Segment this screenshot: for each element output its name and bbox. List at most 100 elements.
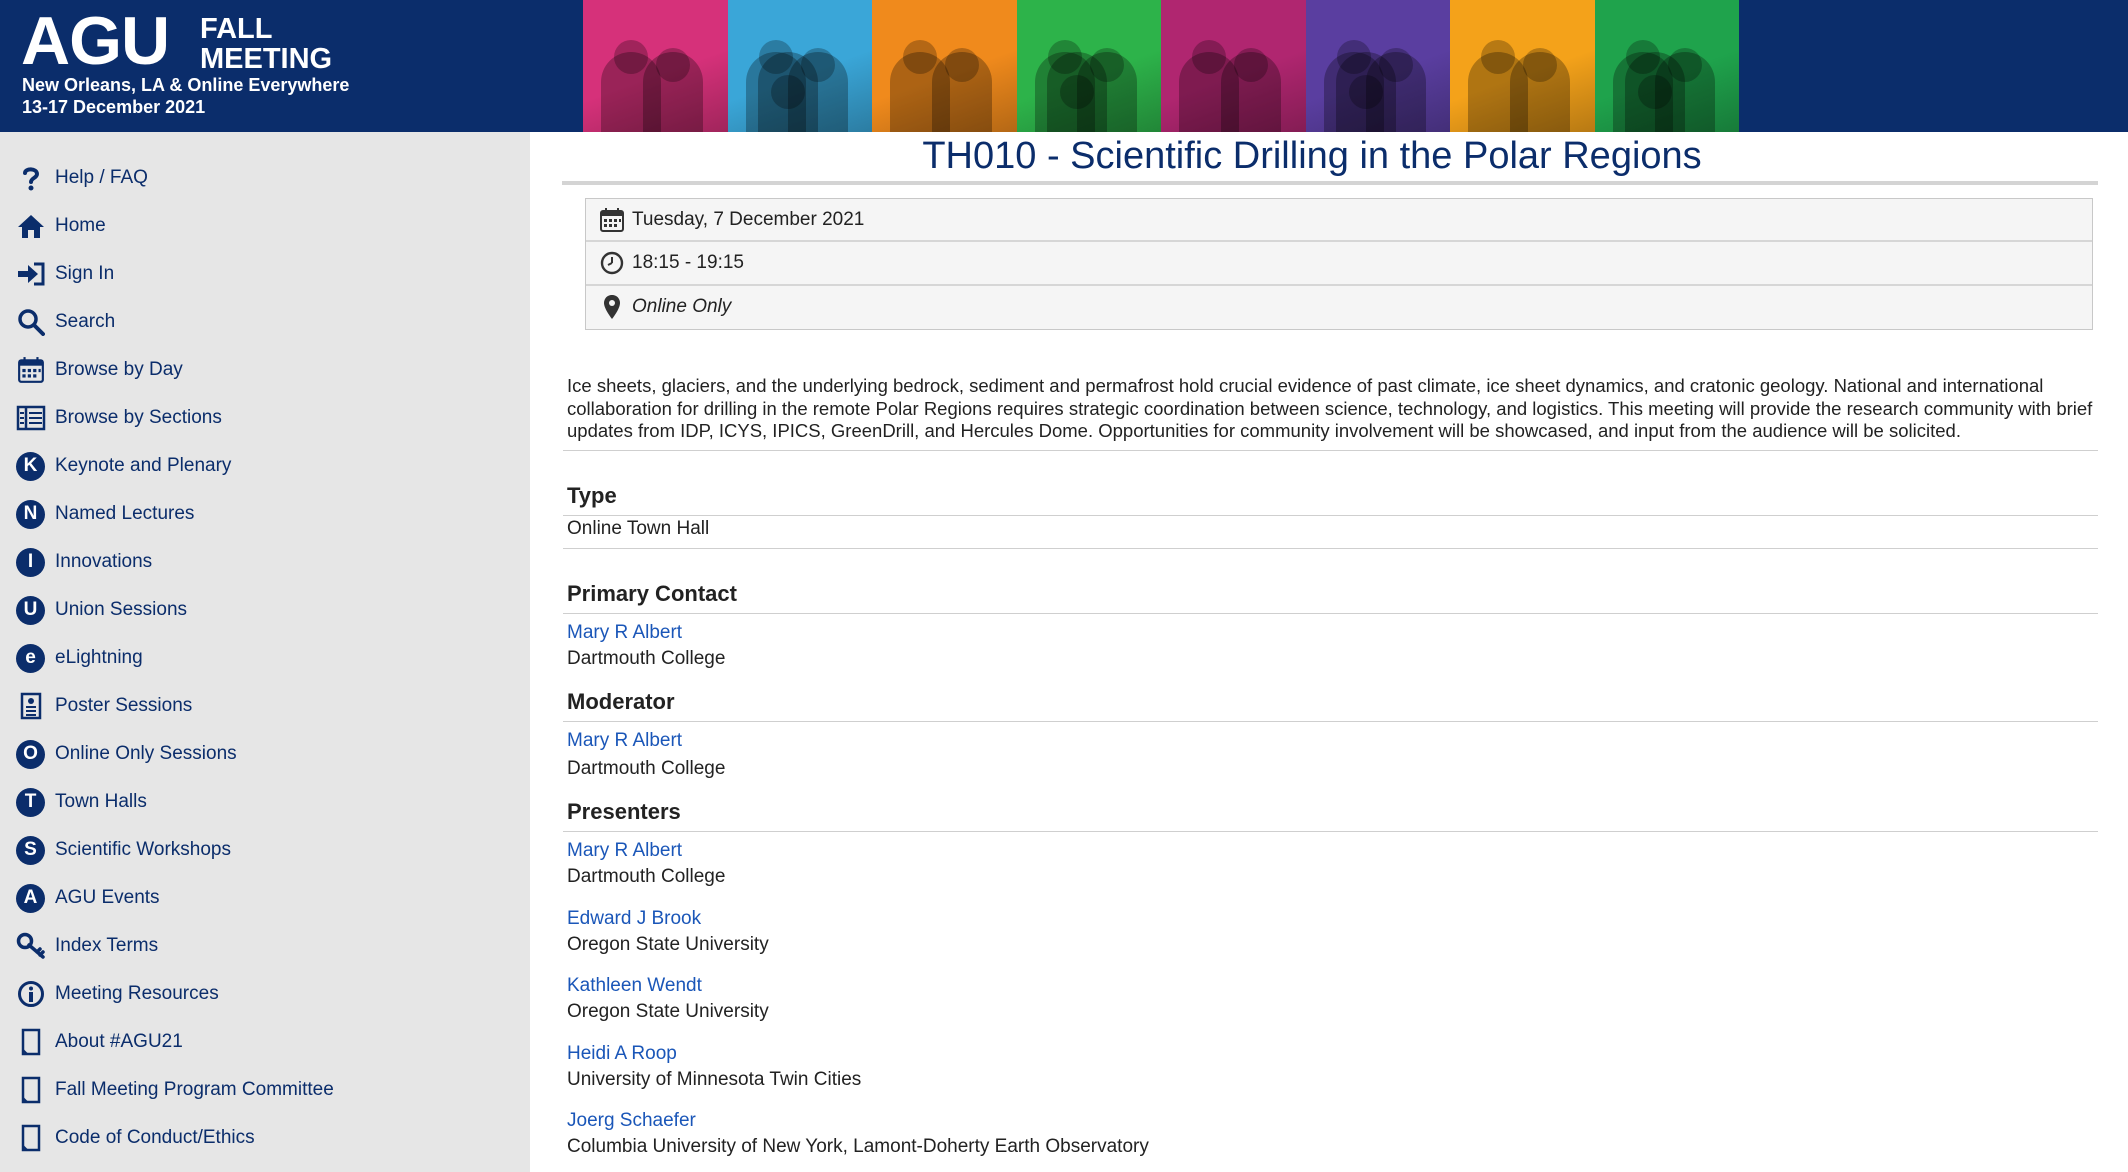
banner-photo-tile [1161, 0, 1306, 132]
sidebar-item-about-agu21[interactable]: About #AGU21 [15, 1022, 183, 1062]
letter-badge: K [16, 451, 45, 481]
page-icon [15, 1123, 46, 1154]
sidebar-item-sign-in[interactable]: Sign In [15, 254, 114, 294]
event-dates: 13-17 December 2021 [22, 97, 206, 117]
type-heading: Type [567, 483, 617, 508]
letter-k-icon: K [15, 451, 46, 482]
sidebar-item-label: About #AGU21 [55, 1031, 183, 1052]
page-title: TH010 - Scientific Drilling in the Polar… [922, 135, 1702, 177]
letter-e-icon: e [15, 643, 46, 674]
banner-photo-tile [1594, 0, 1739, 132]
calendar-icon [15, 355, 46, 386]
letter-badge: I [16, 547, 45, 577]
sidebar-item-innovations[interactable]: I Innovations [15, 542, 152, 582]
poster-icon [15, 691, 46, 722]
presenter-link[interactable]: Joerg Schaefer [567, 1110, 696, 1132]
banner-photo-tile [727, 0, 872, 132]
sidebar-item-union-sessions[interactable]: U Union Sessions [15, 590, 187, 630]
home-icon [15, 211, 46, 242]
sidebar-item-label: Town Halls [55, 791, 147, 812]
banner-figure-head [1234, 48, 1268, 82]
moderator-link[interactable]: Mary R Albert [567, 730, 682, 752]
sidebar-item-scientific-workshops[interactable]: S Scientific Workshops [15, 830, 231, 870]
presenter-link[interactable]: Kathleen Wendt [567, 975, 702, 997]
sidebar-item-named-lectures[interactable]: N Named Lectures [15, 494, 194, 534]
sidebar-item-town-halls[interactable]: T Town Halls [15, 782, 147, 822]
presenters-heading: Presenters [567, 799, 681, 824]
sidebar-item-fall-meeting-program-committee[interactable]: Fall Meeting Program Committee [15, 1070, 334, 1110]
banner-figure-head [903, 40, 937, 74]
sidebar-item-online-only-sessions[interactable]: O Online Only Sessions [15, 734, 237, 774]
sidebar-item-label: Poster Sessions [55, 695, 193, 716]
presenter-affiliation: Dartmouth College [567, 866, 726, 887]
presenter-affiliation: Oregon State University [567, 933, 769, 955]
sidebar-item-label: Search [55, 311, 116, 332]
session-description: Ice sheets, glaciers, and the underlying… [567, 375, 2093, 441]
presenter-affiliation: Oregon State University [567, 1001, 769, 1022]
sidebar-item-search[interactable]: Search [15, 302, 115, 342]
sidebar-item-browse-by-sections[interactable]: Browse by Sections [15, 398, 222, 438]
sidebar-item-label: Index Terms [55, 935, 159, 956]
sidebar-item-label: Keynote and Plenary [55, 455, 232, 476]
section-divider [563, 721, 2098, 722]
moderator-heading: Moderator [567, 689, 675, 714]
sidebar-item-elightning[interactable]: e eLightning [15, 638, 143, 678]
letter-badge: N [16, 499, 45, 529]
session-time: 18:15 - 19:15 [632, 252, 744, 273]
banner-figure-head [1348, 75, 1383, 109]
session-location: Online Only [632, 296, 732, 317]
banner-figure-head [945, 48, 979, 82]
banner-photo-tile [1305, 0, 1450, 132]
banner-photo-tile [1450, 0, 1595, 132]
sidebar-item-label: Union Sessions [55, 599, 188, 620]
letter-o-icon: O [15, 739, 46, 770]
banner-figure-head [1481, 40, 1515, 74]
page-icon [15, 1075, 46, 1106]
primary-contact-affiliation: Dartmouth College [567, 648, 726, 669]
search-icon [15, 307, 46, 338]
presenter-affiliation: Columbia University of New York, Lamont-… [567, 1136, 1149, 1157]
letter-badge: S [16, 835, 45, 865]
sidebar-item-poster-sessions[interactable]: Poster Sessions [15, 686, 192, 726]
sidebar-item-agu-events[interactable]: A AGU Events [15, 878, 160, 918]
sidebar-item-label: Online Only Sessions [55, 743, 237, 764]
sidebar-item-keynote-and-plenary[interactable]: K Keynote and Plenary [15, 446, 231, 486]
session-location-row: Online Only [586, 286, 2092, 328]
letter-a-icon: A [15, 883, 46, 914]
letter-badge: e [16, 643, 45, 673]
letter-s-icon: S [15, 835, 46, 866]
sidebar-item-label: Innovations [55, 551, 153, 572]
key-icon [15, 931, 46, 962]
sidebar-item-label: Scientific Workshops [55, 839, 231, 860]
sidebar-item-home[interactable]: Home [15, 206, 106, 246]
event-name: FALL MEETING [200, 14, 332, 74]
header-photo-banner [583, 0, 1739, 132]
sidebar-item-browse-by-day[interactable]: Browse by Day [15, 350, 183, 390]
sidebar-item-meeting-resources[interactable]: Meeting Resources [15, 974, 219, 1014]
primary-contact-link[interactable]: Mary R Albert [567, 622, 682, 644]
site-header: AGU FALL MEETING New Orleans, LA & Onlin… [0, 0, 2128, 132]
letter-t-icon: T [15, 787, 46, 818]
session-type: Online Town Hall [567, 518, 710, 539]
banner-figure-head [1059, 75, 1094, 109]
sections-icon [15, 403, 46, 434]
letter-n-icon: N [15, 499, 46, 530]
sidebar-item-help-faq[interactable]: Help / FAQ [15, 158, 148, 198]
presenter-link[interactable]: Mary R Albert [567, 840, 682, 862]
session-time-row: 18:15 - 19:15 [586, 242, 2092, 284]
sidebar-item-label: Code of Conduct/Ethics [55, 1127, 255, 1148]
sidebar-item-label: Sign In [55, 263, 115, 284]
banner-photo-tile [1016, 0, 1161, 132]
presenter-link[interactable]: Heidi A Roop [567, 1043, 677, 1065]
section-divider [563, 548, 2098, 549]
agu-logo: AGU [21, 3, 170, 79]
letter-badge: O [16, 739, 45, 769]
sidebar-item-index-terms[interactable]: Index Terms [15, 926, 158, 966]
clock-icon [598, 249, 626, 277]
presenter-affiliation: University of Minnesota Twin Cities [567, 1068, 862, 1090]
banner-figure-head [770, 75, 805, 109]
presenter-link[interactable]: Edward J Brook [567, 908, 701, 930]
sidebar-item-code-of-conduct-ethics[interactable]: Code of Conduct/Ethics [15, 1118, 255, 1158]
banner-figure-head [1523, 48, 1557, 82]
question-icon [15, 163, 46, 194]
